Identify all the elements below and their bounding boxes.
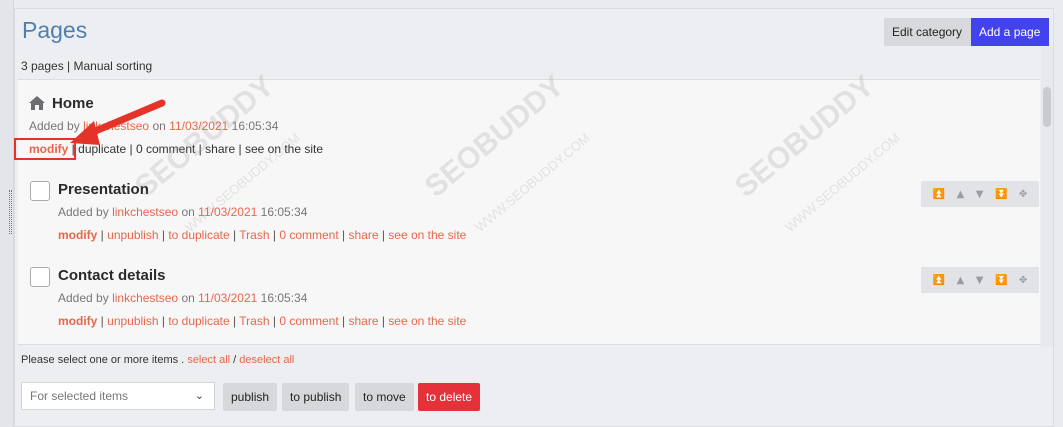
share-link[interactable]: share xyxy=(348,228,378,242)
left-sidebar-strip xyxy=(0,0,14,427)
select-all-link[interactable]: select all xyxy=(187,354,230,366)
item-actions: modify | unpublish | to duplicate | Tras… xyxy=(58,314,467,328)
annotation-arrow-icon xyxy=(70,99,166,145)
trash-link[interactable]: Trash xyxy=(239,228,269,242)
panel-header: Pages Edit category Add a page xyxy=(15,9,1053,55)
see-on-site-link[interactable]: see on the site xyxy=(388,228,466,242)
sort-controls: ⏫ ▲ ▼ ⏬ ✥ xyxy=(921,267,1039,293)
to-publish-button[interactable]: to publish xyxy=(282,383,350,411)
item-checkbox[interactable] xyxy=(30,267,50,287)
move-top-icon[interactable]: ⏫ xyxy=(933,189,945,200)
unpublish-link[interactable]: unpublish xyxy=(107,228,158,242)
separator: / xyxy=(233,354,237,366)
item-actions: modify | unpublish | to duplicate | Tras… xyxy=(58,228,467,242)
modify-link[interactable]: modify xyxy=(58,228,97,242)
item-meta: Added by linkchestseo on 11/03/2021 16:0… xyxy=(58,291,307,305)
page-count-summary: 3 pages | Manual sorting xyxy=(21,59,153,73)
added-by-label: Added by xyxy=(58,205,109,219)
page-title: Pages xyxy=(22,17,88,43)
move-top-icon[interactable]: ⏫ xyxy=(933,275,945,286)
to-move-button[interactable]: to move xyxy=(355,383,414,411)
see-on-site-link[interactable]: see on the site xyxy=(388,314,466,328)
move-bottom-icon[interactable]: ⏬ xyxy=(995,189,1007,200)
bulk-action-select[interactable]: For selected items ⌄ xyxy=(21,382,215,410)
author-link[interactable]: linkchestseo xyxy=(112,205,178,219)
item-title[interactable]: Presentation xyxy=(58,181,149,198)
resize-grip[interactable] xyxy=(9,190,12,234)
drag-icon[interactable]: ✥ xyxy=(1019,275,1027,286)
added-by-label: Added by xyxy=(58,291,109,305)
sort-controls: ⏫ ▲ ▼ ⏬ ✥ xyxy=(921,181,1039,207)
see-on-site-link[interactable]: see on the site xyxy=(245,142,323,156)
scrollbar-thumb[interactable] xyxy=(1043,87,1051,127)
move-down-icon[interactable]: ▼ xyxy=(976,275,984,286)
comment-link[interactable]: 0 comment xyxy=(279,228,338,242)
date-link[interactable]: 11/03/2021 xyxy=(169,119,228,133)
move-up-icon[interactable]: ▲ xyxy=(957,189,965,200)
pages-list: Home Added by linkchestseo on 11/03/2021… xyxy=(18,79,1040,345)
comment-link[interactable]: 0 comment xyxy=(279,314,338,328)
item-checkbox[interactable] xyxy=(30,181,50,201)
modify-link[interactable]: modify xyxy=(58,314,97,328)
move-up-icon[interactable]: ▲ xyxy=(957,275,965,286)
on-label: on xyxy=(181,291,195,305)
to-delete-button[interactable]: to delete xyxy=(418,383,481,411)
chevron-down-icon: ⌄ xyxy=(194,390,204,402)
trash-link[interactable]: Trash xyxy=(239,314,269,328)
scrollbar[interactable] xyxy=(1041,47,1053,347)
selection-note: Please select one or more items . select… xyxy=(21,354,294,366)
move-bottom-icon[interactable]: ⏬ xyxy=(995,275,1007,286)
publish-button[interactable]: publish xyxy=(223,383,278,411)
time-label: 16:05:34 xyxy=(231,119,279,133)
deselect-all-link[interactable]: deselect all xyxy=(239,354,294,366)
share-link[interactable]: share xyxy=(205,142,235,156)
date-link[interactable]: 11/03/2021 xyxy=(198,205,257,219)
pages-panel: Pages Edit category Add a page 3 pages |… xyxy=(14,8,1054,427)
date-link[interactable]: 11/03/2021 xyxy=(198,291,257,305)
duplicate-link[interactable]: to duplicate xyxy=(168,314,229,328)
item-meta: Added by linkchestseo on 11/03/2021 16:0… xyxy=(58,205,307,219)
time-label: 16:05:34 xyxy=(260,205,308,219)
add-page-button[interactable]: Add a page xyxy=(971,18,1049,46)
select-placeholder: For selected items xyxy=(30,389,129,403)
home-icon xyxy=(28,95,46,114)
item-title[interactable]: Contact details xyxy=(58,267,166,284)
unpublish-link[interactable]: unpublish xyxy=(107,314,158,328)
share-link[interactable]: share xyxy=(348,314,378,328)
selection-note-text: Please select one or more items . xyxy=(21,354,185,366)
move-down-icon[interactable]: ▼ xyxy=(976,189,984,200)
edit-category-button[interactable]: Edit category xyxy=(884,18,971,46)
author-link[interactable]: linkchestseo xyxy=(112,291,178,305)
duplicate-link[interactable]: to duplicate xyxy=(168,228,229,242)
time-label: 16:05:34 xyxy=(260,291,308,305)
on-label: on xyxy=(181,205,195,219)
drag-icon[interactable]: ✥ xyxy=(1019,189,1027,200)
